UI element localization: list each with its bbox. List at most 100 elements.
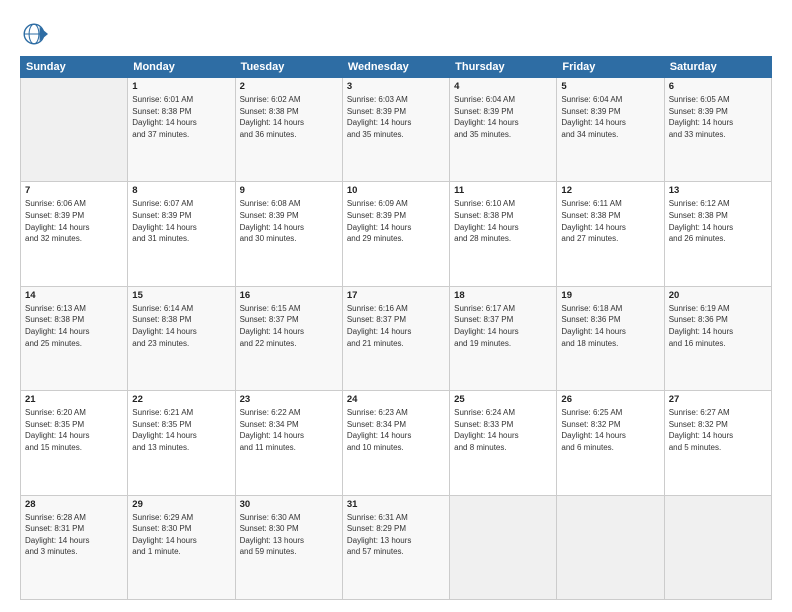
calendar-cell: 5 Sunrise: 6:04 AMSunset: 8:39 PMDaylight…: [557, 78, 664, 182]
calendar-cell: 19 Sunrise: 6:18 AMSunset: 8:36 PMDayligh…: [557, 286, 664, 390]
calendar-cell: 9 Sunrise: 6:08 AMSunset: 8:39 PMDaylight…: [235, 182, 342, 286]
day-number: 1: [132, 81, 230, 92]
calendar-cell: 3 Sunrise: 6:03 AMSunset: 8:39 PMDaylight…: [342, 78, 449, 182]
day-info: Sunrise: 6:16 AMSunset: 8:37 PMDaylight:…: [347, 303, 445, 349]
day-number: 30: [240, 499, 338, 510]
day-number: 28: [25, 499, 123, 510]
day-number: 24: [347, 394, 445, 405]
day-number: 19: [561, 290, 659, 301]
day-info: Sunrise: 6:01 AMSunset: 8:38 PMDaylight:…: [132, 94, 230, 140]
week-row: 1 Sunrise: 6:01 AMSunset: 8:38 PMDaylight…: [21, 78, 772, 182]
day-info: Sunrise: 6:05 AMSunset: 8:39 PMDaylight:…: [669, 94, 767, 140]
day-number: 10: [347, 185, 445, 196]
calendar-cell: 27 Sunrise: 6:27 AMSunset: 8:32 PMDayligh…: [664, 391, 771, 495]
day-info: Sunrise: 6:29 AMSunset: 8:30 PMDaylight:…: [132, 512, 230, 558]
header-cell: Wednesday: [342, 57, 449, 78]
calendar-cell: 15 Sunrise: 6:14 AMSunset: 8:38 PMDayligh…: [128, 286, 235, 390]
day-number: 4: [454, 81, 552, 92]
calendar-cell: 13 Sunrise: 6:12 AMSunset: 8:38 PMDayligh…: [664, 182, 771, 286]
calendar-cell: 16 Sunrise: 6:15 AMSunset: 8:37 PMDayligh…: [235, 286, 342, 390]
header-row: SundayMondayTuesdayWednesdayThursdayFrid…: [21, 57, 772, 78]
calendar-cell: 28 Sunrise: 6:28 AMSunset: 8:31 PMDayligh…: [21, 495, 128, 599]
day-number: 14: [25, 290, 123, 301]
calendar-cell: 17 Sunrise: 6:16 AMSunset: 8:37 PMDayligh…: [342, 286, 449, 390]
day-info: Sunrise: 6:28 AMSunset: 8:31 PMDaylight:…: [25, 512, 123, 558]
calendar-table: SundayMondayTuesdayWednesdayThursdayFrid…: [20, 56, 772, 600]
day-number: 23: [240, 394, 338, 405]
day-info: Sunrise: 6:21 AMSunset: 8:35 PMDaylight:…: [132, 407, 230, 453]
day-info: Sunrise: 6:03 AMSunset: 8:39 PMDaylight:…: [347, 94, 445, 140]
day-info: Sunrise: 6:04 AMSunset: 8:39 PMDaylight:…: [561, 94, 659, 140]
calendar-cell: [664, 495, 771, 599]
calendar-cell: 22 Sunrise: 6:21 AMSunset: 8:35 PMDayligh…: [128, 391, 235, 495]
day-info: Sunrise: 6:24 AMSunset: 8:33 PMDaylight:…: [454, 407, 552, 453]
day-info: Sunrise: 6:09 AMSunset: 8:39 PMDaylight:…: [347, 198, 445, 244]
day-info: Sunrise: 6:07 AMSunset: 8:39 PMDaylight:…: [132, 198, 230, 244]
day-number: 13: [669, 185, 767, 196]
header-cell: Sunday: [21, 57, 128, 78]
calendar-cell: 26 Sunrise: 6:25 AMSunset: 8:32 PMDayligh…: [557, 391, 664, 495]
day-info: Sunrise: 6:12 AMSunset: 8:38 PMDaylight:…: [669, 198, 767, 244]
day-info: Sunrise: 6:04 AMSunset: 8:39 PMDaylight:…: [454, 94, 552, 140]
day-number: 21: [25, 394, 123, 405]
day-number: 9: [240, 185, 338, 196]
calendar-cell: 1 Sunrise: 6:01 AMSunset: 8:38 PMDaylight…: [128, 78, 235, 182]
day-number: 11: [454, 185, 552, 196]
calendar-cell: 2 Sunrise: 6:02 AMSunset: 8:38 PMDaylight…: [235, 78, 342, 182]
calendar-cell: 10 Sunrise: 6:09 AMSunset: 8:39 PMDayligh…: [342, 182, 449, 286]
day-number: 25: [454, 394, 552, 405]
day-number: 8: [132, 185, 230, 196]
day-info: Sunrise: 6:31 AMSunset: 8:29 PMDaylight:…: [347, 512, 445, 558]
week-row: 28 Sunrise: 6:28 AMSunset: 8:31 PMDayligh…: [21, 495, 772, 599]
day-number: 18: [454, 290, 552, 301]
calendar-cell: 30 Sunrise: 6:30 AMSunset: 8:30 PMDayligh…: [235, 495, 342, 599]
day-info: Sunrise: 6:15 AMSunset: 8:37 PMDaylight:…: [240, 303, 338, 349]
day-number: 29: [132, 499, 230, 510]
header: [20, 16, 772, 48]
day-number: 2: [240, 81, 338, 92]
day-number: 12: [561, 185, 659, 196]
calendar-cell: 12 Sunrise: 6:11 AMSunset: 8:38 PMDayligh…: [557, 182, 664, 286]
calendar-cell: [450, 495, 557, 599]
header-cell: Monday: [128, 57, 235, 78]
day-number: 27: [669, 394, 767, 405]
calendar-cell: 20Sunrise: 6:19 AMSunset: 8:36 PMDayligh…: [664, 286, 771, 390]
day-number: 5: [561, 81, 659, 92]
logo-icon: [20, 20, 48, 48]
day-number: 16: [240, 290, 338, 301]
day-number: 26: [561, 394, 659, 405]
day-info: Sunrise: 6:11 AMSunset: 8:38 PMDaylight:…: [561, 198, 659, 244]
day-number: 6: [669, 81, 767, 92]
day-number: 17: [347, 290, 445, 301]
calendar-cell: [557, 495, 664, 599]
day-info: Sunrise: 6:30 AMSunset: 8:30 PMDaylight:…: [240, 512, 338, 558]
day-info: Sunrise: 6:14 AMSunset: 8:38 PMDaylight:…: [132, 303, 230, 349]
day-number: 3: [347, 81, 445, 92]
day-info: Sunrise: 6:25 AMSunset: 8:32 PMDaylight:…: [561, 407, 659, 453]
week-row: 14 Sunrise: 6:13 AMSunset: 8:38 PMDayligh…: [21, 286, 772, 390]
calendar-cell: 24Sunrise: 6:23 AMSunset: 8:34 PMDayligh…: [342, 391, 449, 495]
week-row: 7Sunrise: 6:06 AMSunset: 8:39 PMDaylight…: [21, 182, 772, 286]
calendar-cell: 6 Sunrise: 6:05 AMSunset: 8:39 PMDaylight…: [664, 78, 771, 182]
calendar-cell: 25 Sunrise: 6:24 AMSunset: 8:33 PMDayligh…: [450, 391, 557, 495]
calendar-cell: 18Sunrise: 6:17 AMSunset: 8:37 PMDayligh…: [450, 286, 557, 390]
calendar-cell: 31 Sunrise: 6:31 AMSunset: 8:29 PMDayligh…: [342, 495, 449, 599]
calendar-cell: 23 Sunrise: 6:22 AMSunset: 8:34 PMDayligh…: [235, 391, 342, 495]
logo: [20, 20, 52, 48]
day-info: Sunrise: 6:08 AMSunset: 8:39 PMDaylight:…: [240, 198, 338, 244]
calendar-cell: 29 Sunrise: 6:29 AMSunset: 8:30 PMDayligh…: [128, 495, 235, 599]
day-number: 15: [132, 290, 230, 301]
header-cell: Tuesday: [235, 57, 342, 78]
day-info: Sunrise: 6:06 AMSunset: 8:39 PMDaylight:…: [25, 198, 123, 244]
calendar-cell: 11 Sunrise: 6:10 AMSunset: 8:38 PMDayligh…: [450, 182, 557, 286]
day-info: Sunrise: 6:13 AMSunset: 8:38 PMDaylight:…: [25, 303, 123, 349]
header-cell: Thursday: [450, 57, 557, 78]
day-info: Sunrise: 6:18 AMSunset: 8:36 PMDaylight:…: [561, 303, 659, 349]
day-info: Sunrise: 6:02 AMSunset: 8:38 PMDaylight:…: [240, 94, 338, 140]
day-number: 31: [347, 499, 445, 510]
day-info: Sunrise: 6:22 AMSunset: 8:34 PMDaylight:…: [240, 407, 338, 453]
day-info: Sunrise: 6:10 AMSunset: 8:38 PMDaylight:…: [454, 198, 552, 244]
day-number: 22: [132, 394, 230, 405]
day-info: Sunrise: 6:27 AMSunset: 8:32 PMDaylight:…: [669, 407, 767, 453]
week-row: 21Sunrise: 6:20 AMSunset: 8:35 PMDayligh…: [21, 391, 772, 495]
